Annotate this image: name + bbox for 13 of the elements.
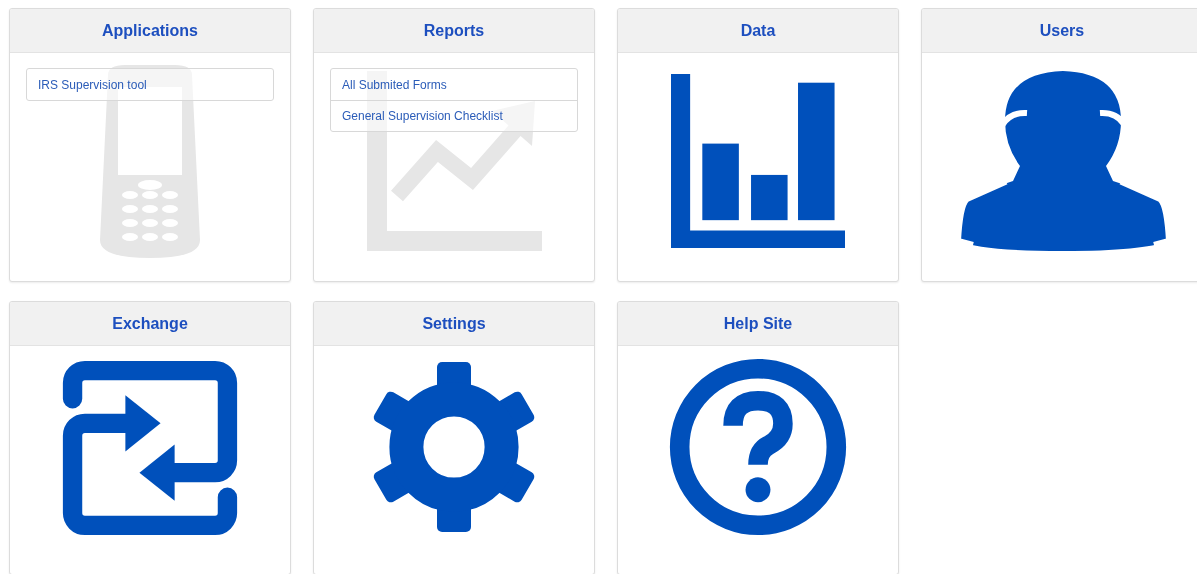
help-icon	[669, 358, 847, 536]
card-title: Users	[1039, 20, 1085, 41]
card-title: Data	[740, 20, 776, 41]
bar-chart-icon	[671, 71, 845, 251]
card-title: Exchange	[112, 313, 188, 334]
link-item[interactable]: IRS Supervision tool	[27, 69, 273, 100]
link-item[interactable]: General Supervision Checklist	[331, 100, 577, 131]
card-title: Applications	[102, 20, 198, 41]
card-title: Reports	[423, 20, 485, 41]
card-title: Settings	[422, 313, 486, 334]
exchange-icon	[62, 358, 238, 538]
link-item[interactable]: All Submited Forms	[331, 69, 577, 100]
card-title: Help Site	[723, 313, 793, 334]
